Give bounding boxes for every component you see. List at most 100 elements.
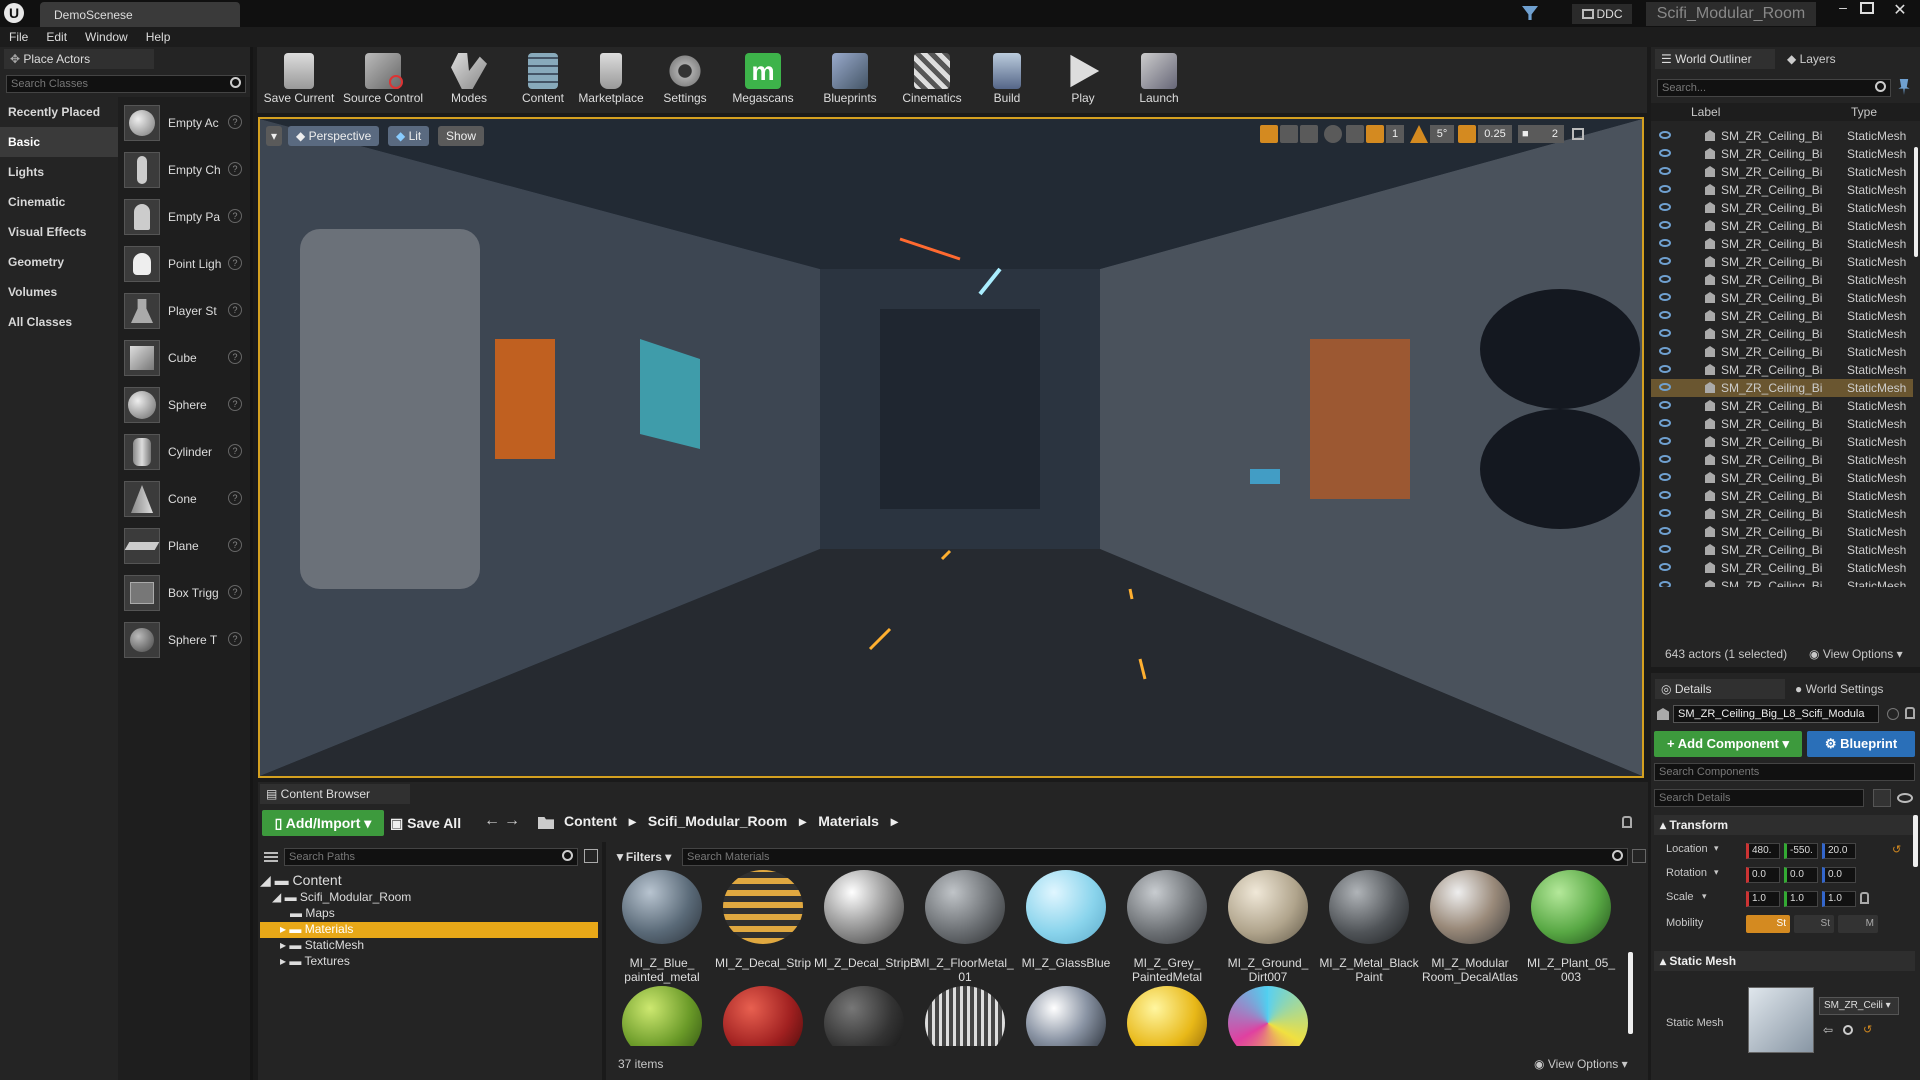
outliner-row[interactable]: SM_ZR_Ceiling_Bi StaticMesh <box>1651 559 1913 577</box>
viewport-options-button[interactable]: ▾ <box>266 126 283 146</box>
scale-snap-icon[interactable] <box>1458 125 1476 143</box>
help-icon[interactable]: ? <box>228 585 242 599</box>
actor-empty-pawn[interactable]: Empty Pa? <box>124 197 249 237</box>
visibility-eye-icon[interactable] <box>1659 491 1671 499</box>
material-tile[interactable]: MI_Z_Modular Room_DecalAtlas <box>1420 870 1520 990</box>
outliner-row[interactable]: SM_ZR_Ceiling_Bi StaticMesh <box>1651 541 1913 559</box>
search-materials-input[interactable]: Search Materials <box>682 848 1628 866</box>
outliner-row[interactable]: SM_ZR_Ceiling_Bi StaticMesh <box>1651 379 1913 397</box>
world-local-icon[interactable] <box>1324 125 1342 143</box>
tree-scifi-modular-room[interactable]: ◢ ▬ Scifi_Modular_Room <box>272 890 411 904</box>
actor-point-light[interactable]: Point Ligh? <box>124 244 249 284</box>
save-all-button[interactable]: ▣ Save All <box>390 812 470 834</box>
category-visual-effects[interactable]: Visual Effects <box>0 217 118 247</box>
scale-snap-value[interactable]: 0.25 <box>1478 125 1512 143</box>
material-tile[interactable] <box>612 986 712 1046</box>
unreal-logo[interactable]: U <box>4 3 24 23</box>
rotation-y[interactable]: 0.0 <box>1784 867 1818 883</box>
breadcrumb-content[interactable]: Content <box>564 813 617 829</box>
category-recently-placed[interactable]: Recently Placed <box>0 97 118 127</box>
actor-cone[interactable]: Cone? <box>124 479 249 519</box>
scale-y[interactable]: 1.0 <box>1784 891 1818 907</box>
search-details-input[interactable]: Search Details <box>1654 789 1864 807</box>
visibility-eye-icon[interactable] <box>1659 383 1671 391</box>
world-outliner-tab[interactable]: ☰ World Outliner <box>1655 49 1775 69</box>
search-icon[interactable] <box>562 850 573 861</box>
location-y[interactable]: -550. <box>1784 843 1818 859</box>
level-tab[interactable]: DemoScenese <box>40 2 240 27</box>
material-tile[interactable] <box>915 986 1015 1046</box>
category-lights[interactable]: Lights <box>0 157 118 187</box>
lock-icon[interactable] <box>1622 816 1632 828</box>
material-tile[interactable]: MI_Z_Metal_Black Paint <box>1319 870 1419 990</box>
location-dropdown-icon[interactable]: ▾ <box>1714 843 1719 854</box>
help-icon[interactable]: ? <box>228 444 242 458</box>
use-selected-icon[interactable]: ⇦ <box>1823 1023 1833 1037</box>
visibility-eye-icon[interactable] <box>1659 275 1671 283</box>
category-geometry[interactable]: Geometry <box>0 247 118 277</box>
reset-icon[interactable]: ↺ <box>1863 1023 1872 1036</box>
content-browser-tab[interactable]: ▤ Content Browser <box>260 784 410 804</box>
outliner-scrollbar[interactable] <box>1914 147 1918 257</box>
menu-file[interactable]: File <box>0 27 37 47</box>
outliner-row[interactable]: SM_ZR_Ceiling_Bi StaticMesh <box>1651 343 1913 361</box>
outliner-row[interactable]: SM_ZR_Ceiling_Bi StaticMesh <box>1651 289 1913 307</box>
rotation-label[interactable]: Rotation <box>1666 867 1707 879</box>
search-paths-input[interactable]: Search Paths <box>284 848 578 866</box>
outliner-view-options[interactable]: ◉ View Options ▾ <box>1809 647 1903 661</box>
visibility-eye-icon[interactable] <box>1659 347 1671 355</box>
save-current-button[interactable]: Save Current <box>259 51 339 111</box>
outliner-row[interactable]: SM_ZR_Ceiling_Bi StaticMesh <box>1651 217 1913 235</box>
details-scrollbar[interactable] <box>1913 815 1918 867</box>
visibility-eye-icon[interactable] <box>1659 581 1671 587</box>
settings-button[interactable]: Settings <box>645 51 725 111</box>
help-icon[interactable]: ? <box>228 350 242 364</box>
outliner-row[interactable]: SM_ZR_Ceiling_Bi StaticMesh <box>1651 325 1913 343</box>
mobility-stationary-button[interactable]: St <box>1794 915 1834 933</box>
material-tile[interactable]: MI_Z_Plant_05_ 003 <box>1521 870 1621 990</box>
location-z[interactable]: 20.0 <box>1822 843 1856 859</box>
menu-help[interactable]: Help <box>137 27 180 47</box>
material-tile[interactable] <box>1218 986 1318 1046</box>
visibility-eye-icon[interactable] <box>1659 509 1671 517</box>
visibility-eye-icon[interactable] <box>1659 311 1671 319</box>
outliner-row[interactable]: SM_ZR_Ceiling_Bi StaticMesh <box>1651 253 1913 271</box>
asset-view-options-icon[interactable] <box>1632 849 1646 863</box>
sources-toggle-icon[interactable] <box>264 850 278 862</box>
modes-button[interactable]: Modes <box>429 51 509 111</box>
rotation-dropdown-icon[interactable]: ▾ <box>1714 867 1719 878</box>
surface-snap-icon[interactable] <box>1346 125 1364 143</box>
rotation-snap-value[interactable]: 5° <box>1430 125 1454 143</box>
outliner-row[interactable]: SM_ZR_Ceiling_Bi StaticMesh <box>1651 163 1913 181</box>
outliner-row[interactable]: SM_ZR_Ceiling_Bi StaticMesh <box>1651 199 1913 217</box>
material-tile[interactable]: MI_Z_GlassBlue <box>1016 870 1116 990</box>
megascans-button[interactable]: m Megascans <box>723 51 803 111</box>
visibility-eye-icon[interactable] <box>1659 527 1671 535</box>
tree-materials[interactable]: ▸ ▬ Materials <box>260 922 598 938</box>
material-tile[interactable] <box>1016 986 1116 1046</box>
menu-window[interactable]: Window <box>76 27 137 47</box>
outliner-row[interactable]: SM_ZR_Ceiling_Bi StaticMesh <box>1651 235 1913 253</box>
scale-dropdown-icon[interactable]: ▾ <box>1702 891 1707 902</box>
outliner-row[interactable]: SM_ZR_Ceiling_Bi StaticMesh <box>1651 145 1913 163</box>
outliner-row[interactable]: SM_ZR_Ceiling_Bi StaticMesh <box>1651 415 1913 433</box>
ddc-button[interactable]: DDC <box>1572 4 1632 24</box>
build-button[interactable]: Build <box>967 51 1047 111</box>
launch-button[interactable]: Launch <box>1119 51 1199 111</box>
location-label[interactable]: Location <box>1666 843 1708 855</box>
add-import-button[interactable]: ▯ Add/Import ▾ <box>262 810 384 836</box>
cinematics-button[interactable]: Cinematics <box>892 51 972 111</box>
visibility-eye-icon[interactable] <box>1659 437 1671 445</box>
search-icon[interactable] <box>1612 850 1623 861</box>
outliner-row[interactable]: SM_ZR_Ceiling_Bi StaticMesh <box>1651 271 1913 289</box>
browse-icon[interactable] <box>1843 1025 1853 1035</box>
scale-lock-icon[interactable] <box>1860 892 1869 904</box>
pin-icon[interactable] <box>1898 79 1910 95</box>
static-mesh-thumbnail[interactable] <box>1748 987 1814 1053</box>
source-control-icon[interactable] <box>1522 6 1538 20</box>
material-tile[interactable]: MI_Z_FloorMetal_ 01 <box>915 870 1015 990</box>
visibility-eye-icon[interactable] <box>1659 329 1671 337</box>
category-basic[interactable]: Basic <box>0 127 118 157</box>
actor-name-field[interactable]: SM_ZR_Ceiling_Big_L8_Scifi_Modula <box>1673 705 1879 723</box>
marketplace-button[interactable]: Marketplace <box>571 51 651 111</box>
